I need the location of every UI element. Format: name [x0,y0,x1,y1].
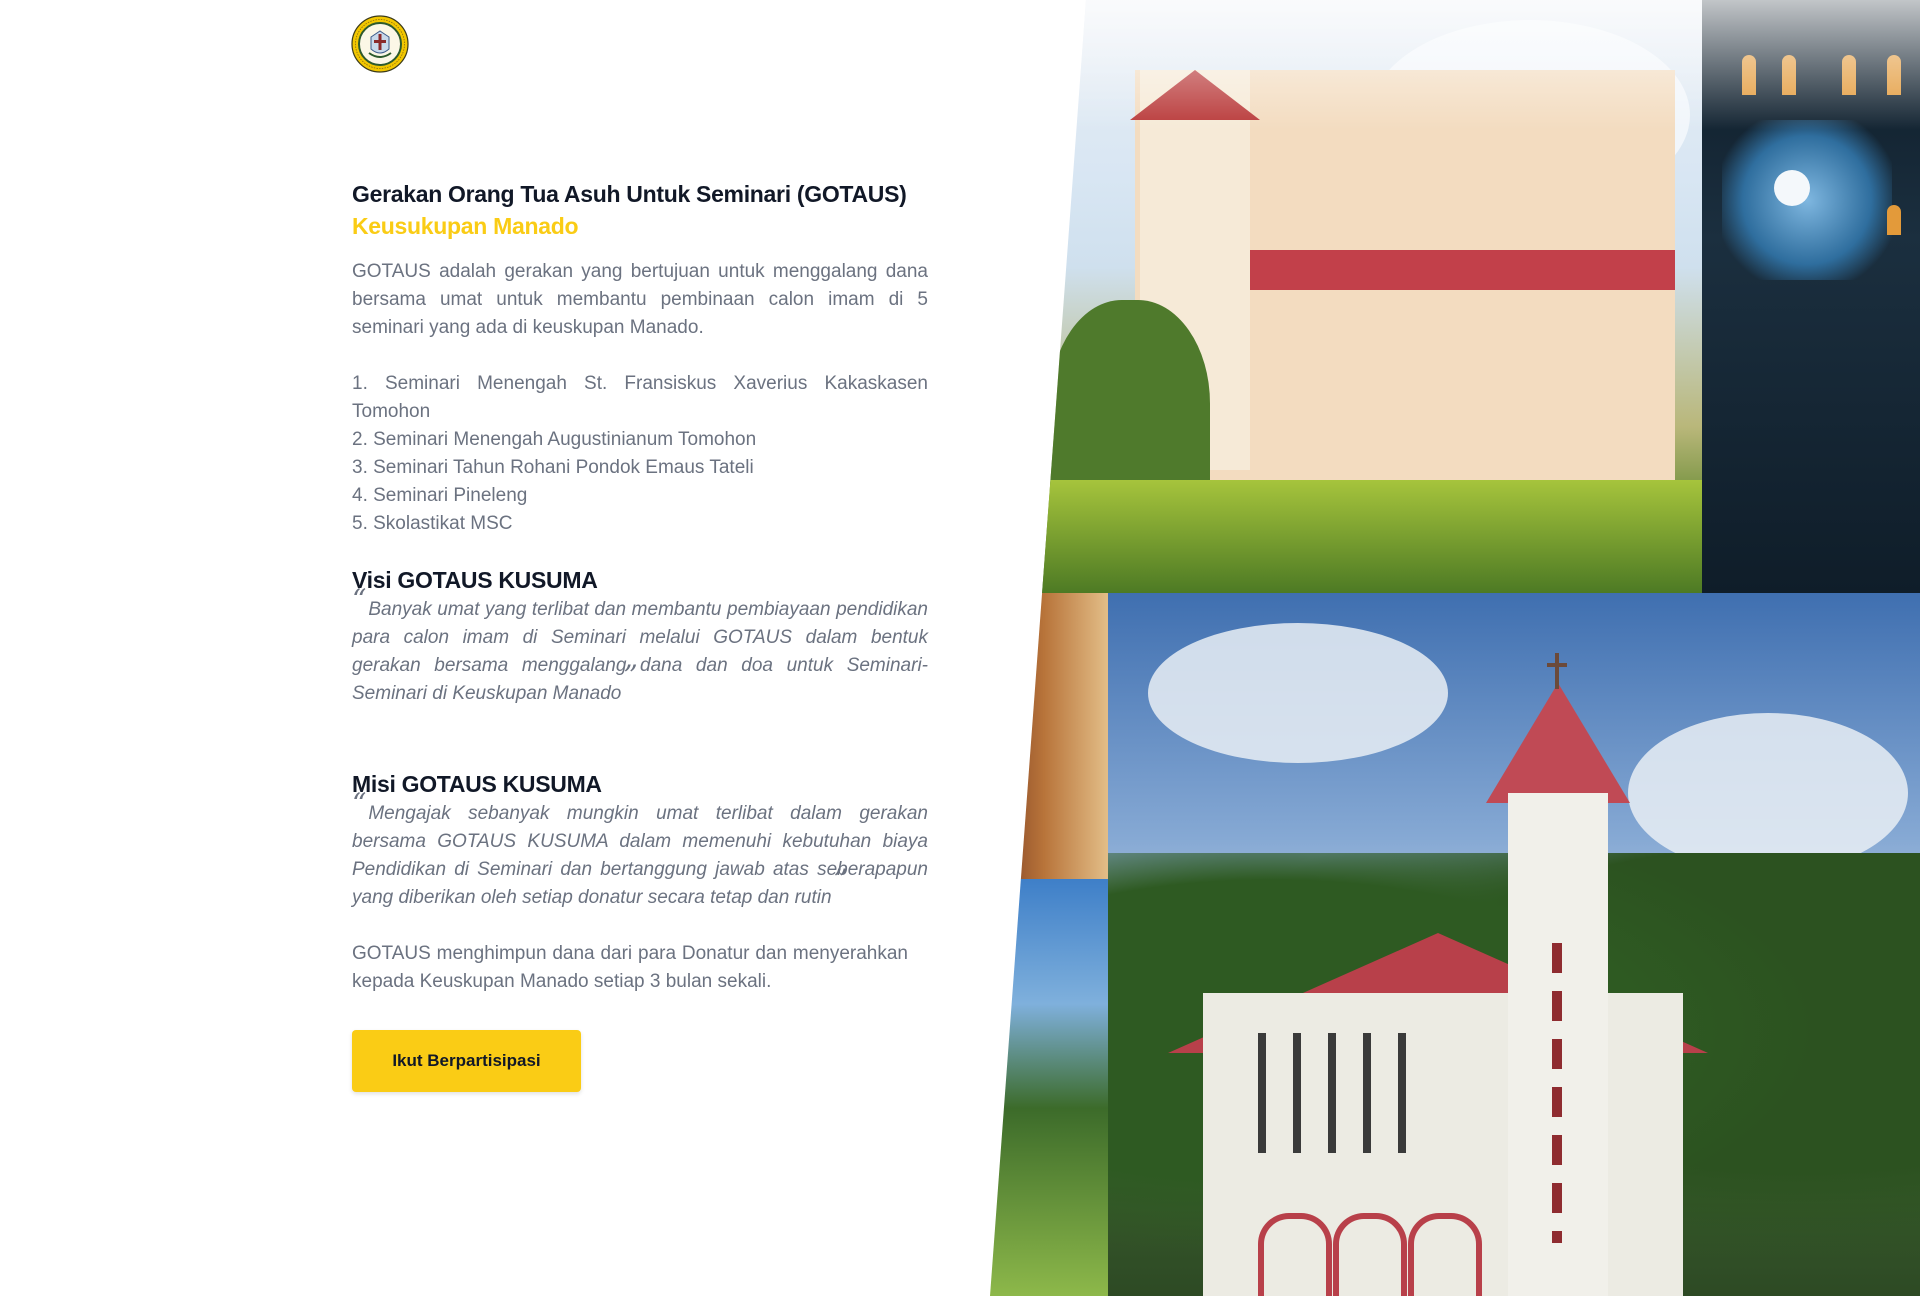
list-item: 4. Seminari Pineleng [352,485,528,506]
list-item: 2. Seminari Menengah Augustinianum Tomoh… [352,429,757,450]
list-item: 5. Skolastikat MSC [352,513,513,534]
intro-paragraph: GOTAUS adalah gerakan yang bertujuan unt… [352,261,928,338]
garden-photo [990,879,1110,1296]
misi-title: Misi GOTAUS KUSUMA [352,771,602,797]
page-subtitle: Keusukupan Manado [352,213,579,239]
about-section: Gerakan Orang Tua Asuh Untuk Seminari (G… [352,178,928,1092]
participate-button[interactable]: Ikut Berpartisipasi [352,1030,581,1092]
misi-quote: “Mengajak sebanyak mungkin umat terlibat… [352,790,928,912]
landing-page: Gerakan Orang Tua Asuh Untuk Seminari (G… [0,0,1920,1296]
church-photo [1108,593,1920,1296]
corridor-photo [990,593,1110,879]
list-item: 3. Seminari Tahun Rohani Pondok Emaus Ta… [352,457,754,478]
close-quote-icon: ” [623,659,638,692]
photo-collage [990,0,1920,1296]
list-item: 1. Seminari Menengah St. Fransiskus Xave… [352,373,928,422]
diocese-seal-icon[interactable] [351,15,409,73]
visi-title: Visi GOTAUS KUSUMA [352,567,598,593]
closing-paragraph: GOTAUS menghimpun dana dari para Donatur… [352,943,908,992]
open-quote-icon: “ [352,583,367,616]
close-quote-icon: ” [833,863,848,896]
visi-quote: “Banyak umat yang terlibat dan membantu … [352,586,928,708]
visi-quote-text: Banyak umat yang terlibat dan membantu p… [352,599,928,704]
open-quote-icon: “ [352,787,367,820]
page-title: Gerakan Orang Tua Asuh Untuk Seminari (G… [352,181,907,207]
seminary-list: 1. Seminari Menengah St. Fransiskus Xave… [352,370,928,538]
